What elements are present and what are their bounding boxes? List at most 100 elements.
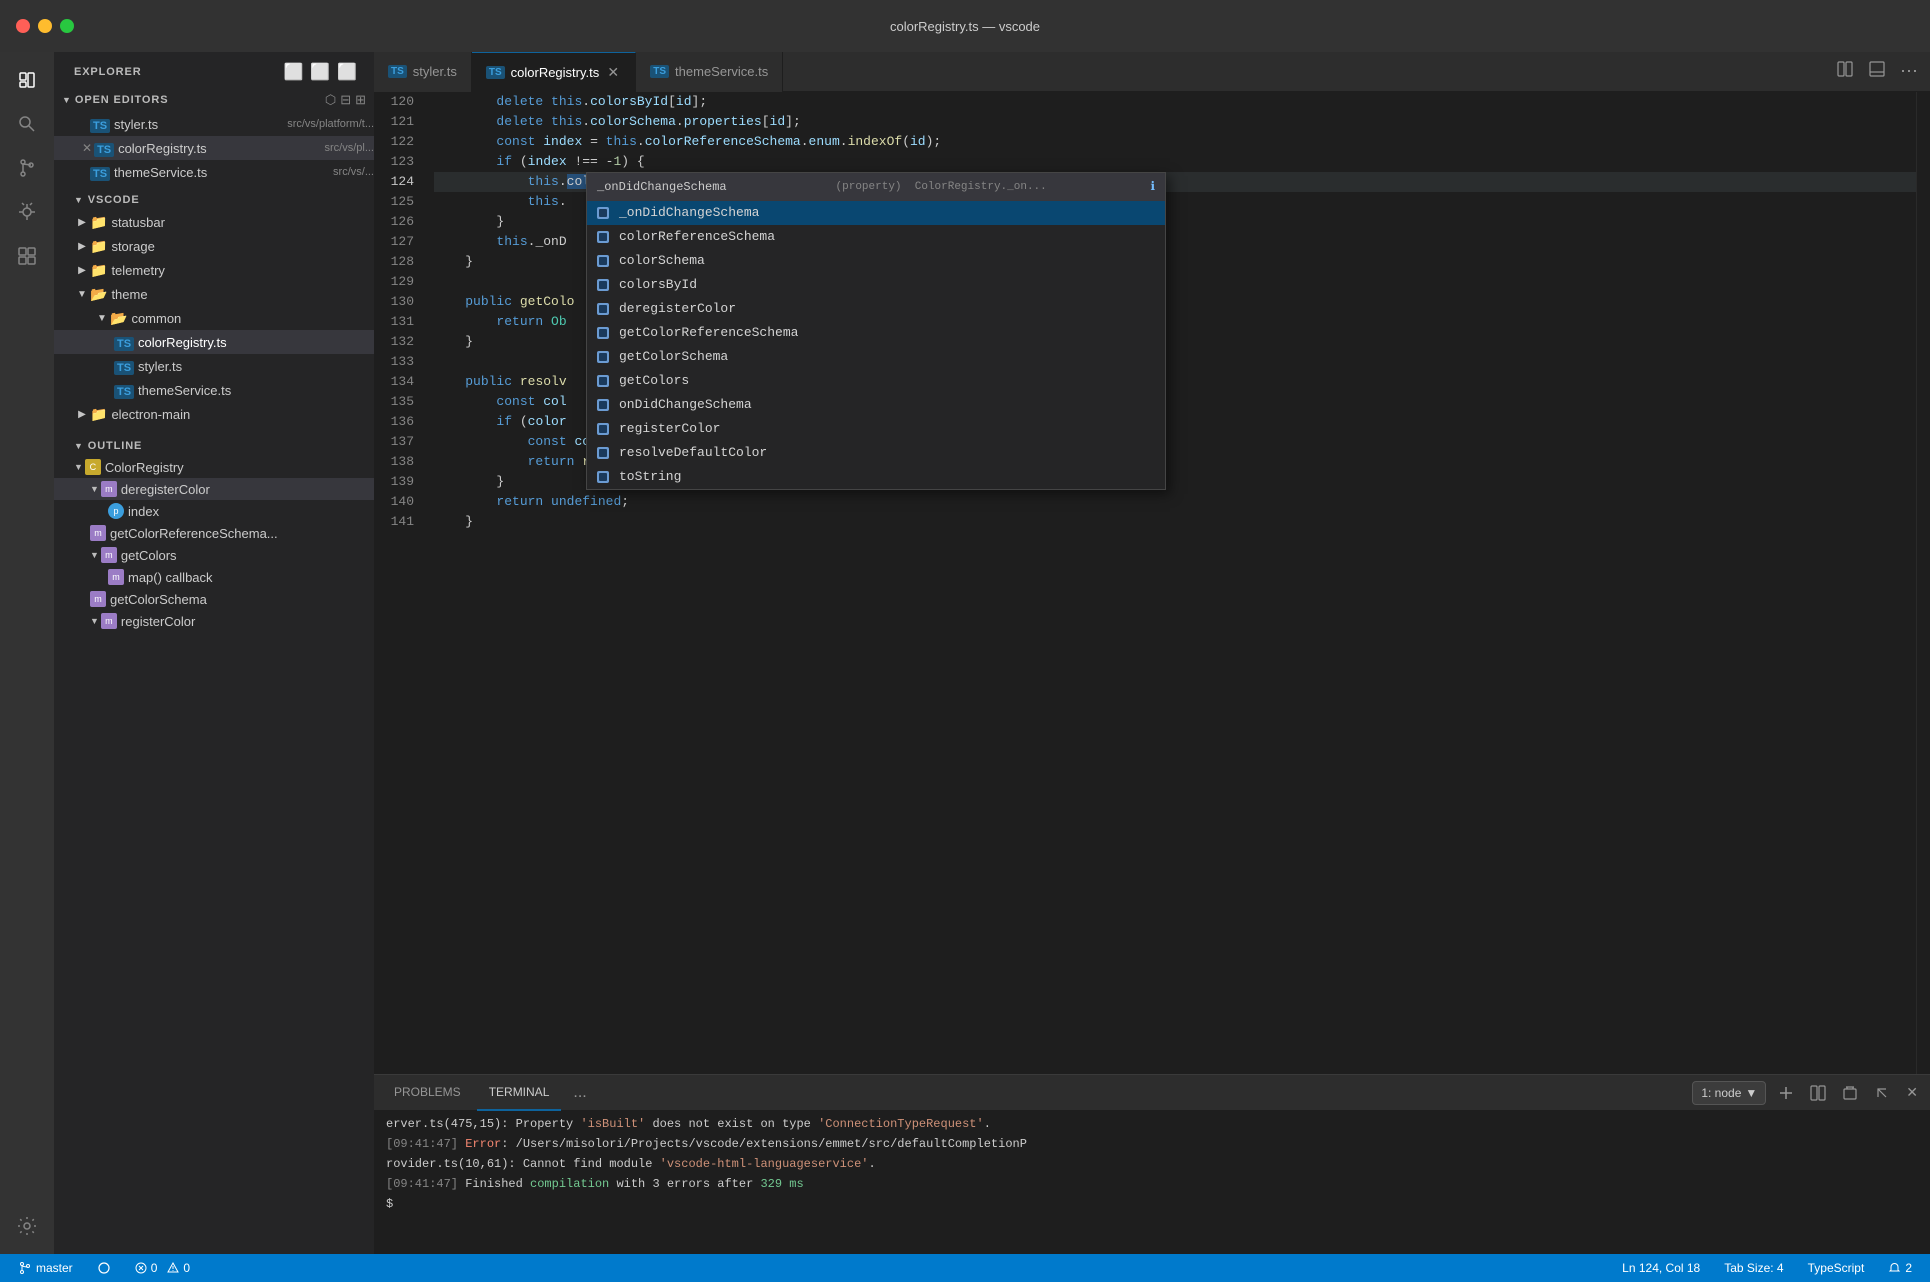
open-editor-styler-path: src/vs/platform/t... <box>287 118 374 130</box>
add-terminal-icon[interactable] <box>1774 1083 1798 1103</box>
tab-themeservice[interactable]: TS themeService.ts <box>636 52 783 92</box>
split-editor-icon[interactable] <box>1832 56 1858 87</box>
activity-debug[interactable] <box>7 192 47 232</box>
panel-tab-problems[interactable]: PROBLEMS <box>382 1075 473 1111</box>
folder-theme[interactable]: ▼ 📂 theme <box>54 282 374 306</box>
info-icon[interactable]: ℹ <box>1150 177 1155 197</box>
autocomplete-item-6[interactable]: getColorReferenceSchema <box>587 321 1165 345</box>
autocomplete-item-9[interactable]: onDidChangeSchema <box>587 393 1165 417</box>
panel: PROBLEMS TERMINAL ... 1: node ▼ <box>374 1074 1930 1254</box>
outline-chevron-method: ▼ <box>90 484 99 494</box>
activity-source-control[interactable] <box>7 148 47 188</box>
statusbar-language[interactable]: TypeScript <box>1802 1254 1871 1282</box>
outline-getcolorschema[interactable]: m getColorSchema <box>54 588 374 610</box>
outline-registercolor[interactable]: ▼ m registerColor <box>54 610 374 632</box>
tab-styler[interactable]: TS styler.ts <box>374 52 472 92</box>
outline-getcolorreferenceschema[interactable]: m getColorReferenceSchema... <box>54 522 374 544</box>
warning-icon <box>167 1262 179 1274</box>
open-editor-themeservice-name: themeService.ts <box>114 165 327 180</box>
vscode-section-header[interactable]: ▼ VSCODE <box>54 184 374 210</box>
folder-storage[interactable]: ▶ 📁 storage <box>54 234 374 258</box>
folder-common[interactable]: ▼ 📂 common <box>54 306 374 330</box>
delete-terminal-icon[interactable] <box>1838 1083 1862 1103</box>
code-content[interactable]: delete this.colorsById[id]; delete this.… <box>426 92 1916 1074</box>
new-folder-icon[interactable]: ⬜ <box>310 62 331 82</box>
file-themeservice-name: themeService.ts <box>138 383 374 398</box>
outline-chevron-register: ▼ <box>90 616 99 626</box>
outline-map-callback[interactable]: m map() callback <box>54 566 374 588</box>
code-line-141: } <box>434 512 1916 532</box>
outline-deregistercolor[interactable]: ▼ m deregisterColor <box>54 478 374 500</box>
autocomplete-item-4[interactable]: colorsById <box>587 273 1165 297</box>
statusbar-notifications[interactable]: 2 <box>1882 1254 1918 1282</box>
folder-electronmain-name: electron-main <box>111 407 374 422</box>
tab-colorregistry[interactable]: TS colorRegistry.ts ✕ <box>472 52 636 92</box>
maximize-button[interactable] <box>60 19 74 33</box>
outline-section-header[interactable]: ▼ OUTLINE <box>54 430 374 456</box>
window-title: colorRegistry.ts — vscode <box>890 19 1040 34</box>
open-editor-colorregistry[interactable]: ✕ TS colorRegistry.ts src/vs/pl... <box>54 136 374 160</box>
split-terminal-icon[interactable] <box>1806 1083 1830 1103</box>
file-themeservice[interactable]: TS themeService.ts <box>54 378 374 402</box>
outline-getcolors[interactable]: ▼ m getColors <box>54 544 374 566</box>
statusbar-errors[interactable]: 0 0 <box>129 1254 196 1282</box>
folder-icon-common: 📂 <box>110 310 127 327</box>
folder-statusbar[interactable]: ▶ 📁 statusbar <box>54 210 374 234</box>
autocomplete-header-detail: (property) ColorRegistry._on... <box>822 177 1046 197</box>
outline-index[interactable]: p index <box>54 500 374 522</box>
open-editors-actions: ⬡ ⊟ ⊞ <box>325 92 366 108</box>
statusbar-tabsize-label: Tab Size: 4 <box>1724 1261 1783 1275</box>
toggle-panel-icon[interactable] <box>1864 56 1890 87</box>
autocomplete-item-2[interactable]: colorReferenceSchema <box>587 225 1165 249</box>
activity-extensions[interactable] <box>7 236 47 276</box>
autocomplete-item-5[interactable]: deregisterColor <box>587 297 1165 321</box>
autocomplete-item-11[interactable]: resolveDefaultColor <box>587 441 1165 465</box>
activity-settings[interactable] <box>7 1206 47 1246</box>
minimap <box>1916 92 1930 1074</box>
more-actions-icon[interactable]: ⊞ <box>355 92 366 108</box>
panel-tab-more[interactable]: ... <box>565 1084 594 1102</box>
collapse-all-icon[interactable]: ⬜ <box>337 62 358 82</box>
panel-tab-terminal[interactable]: TERMINAL <box>477 1075 562 1111</box>
autocomplete-item-3[interactable]: colorSchema <box>587 249 1165 273</box>
folder-electronmain[interactable]: ▶ 📁 electron-main <box>54 402 374 426</box>
activity-search[interactable] <box>7 104 47 144</box>
outline-chevron-class: ▼ <box>74 462 83 472</box>
close-panel-icon[interactable]: ✕ <box>1902 1082 1922 1103</box>
autocomplete-item-7[interactable]: getColorSchema <box>587 345 1165 369</box>
autocomplete-label-2: colorReferenceSchema <box>619 227 775 247</box>
close-button[interactable] <box>16 19 30 33</box>
minimize-button[interactable] <box>38 19 52 33</box>
statusbar-tabsize[interactable]: Tab Size: 4 <box>1718 1254 1789 1282</box>
autocomplete-item-1[interactable]: _onDidChangeSchema <box>587 201 1165 225</box>
explorer-icon <box>16 69 38 91</box>
statusbar-sync[interactable] <box>91 1254 117 1282</box>
panel-content[interactable]: erver.ts(475,15): Property 'isBuilt' doe… <box>374 1111 1930 1254</box>
notification-count: 2 <box>1905 1261 1912 1275</box>
autocomplete-item-10[interactable]: registerColor <box>587 417 1165 441</box>
tab-close-colorregistry[interactable]: ✕ <box>605 64 621 80</box>
folder-telemetry[interactable]: ▶ 📁 telemetry <box>54 258 374 282</box>
file-colorregistry[interactable]: TS colorRegistry.ts <box>54 330 374 354</box>
tabs-actions: ⋯ <box>1832 56 1922 87</box>
open-editor-themeservice[interactable]: TS themeService.ts src/vs/... <box>54 160 374 184</box>
close-colorregistry-icon[interactable]: ✕ <box>82 141 92 155</box>
save-all-icon[interactable]: ⬡ <box>325 92 336 108</box>
outline-getcolorschema-label: getColorSchema <box>110 592 207 607</box>
more-editor-actions-icon[interactable]: ⋯ <box>1896 57 1922 86</box>
outline-colorregistry[interactable]: ▼ C ColorRegistry <box>54 456 374 478</box>
new-file-icon[interactable]: ⬜ <box>284 62 305 82</box>
open-editor-styler[interactable]: TS styler.ts src/vs/platform/t... <box>54 112 374 136</box>
file-styler[interactable]: TS styler.ts <box>54 354 374 378</box>
statusbar-position[interactable]: Ln 124, Col 18 <box>1616 1254 1706 1282</box>
statusbar-git-branch[interactable]: master <box>12 1254 79 1282</box>
class-icon: C <box>85 459 101 475</box>
autocomplete-label-9: onDidChangeSchema <box>619 395 752 415</box>
autocomplete-item-8[interactable]: getColors <box>587 369 1165 393</box>
autocomplete-item-12[interactable]: toString <box>587 465 1165 489</box>
activity-explorer[interactable] <box>7 60 47 100</box>
open-editors-header[interactable]: ▼ OPEN EDITORS ⬡ ⊟ ⊞ <box>54 86 374 112</box>
close-all-icon[interactable]: ⊟ <box>340 92 351 108</box>
maximize-panel-icon[interactable] <box>1870 1083 1894 1103</box>
terminal-selector[interactable]: 1: node ▼ <box>1692 1081 1766 1105</box>
